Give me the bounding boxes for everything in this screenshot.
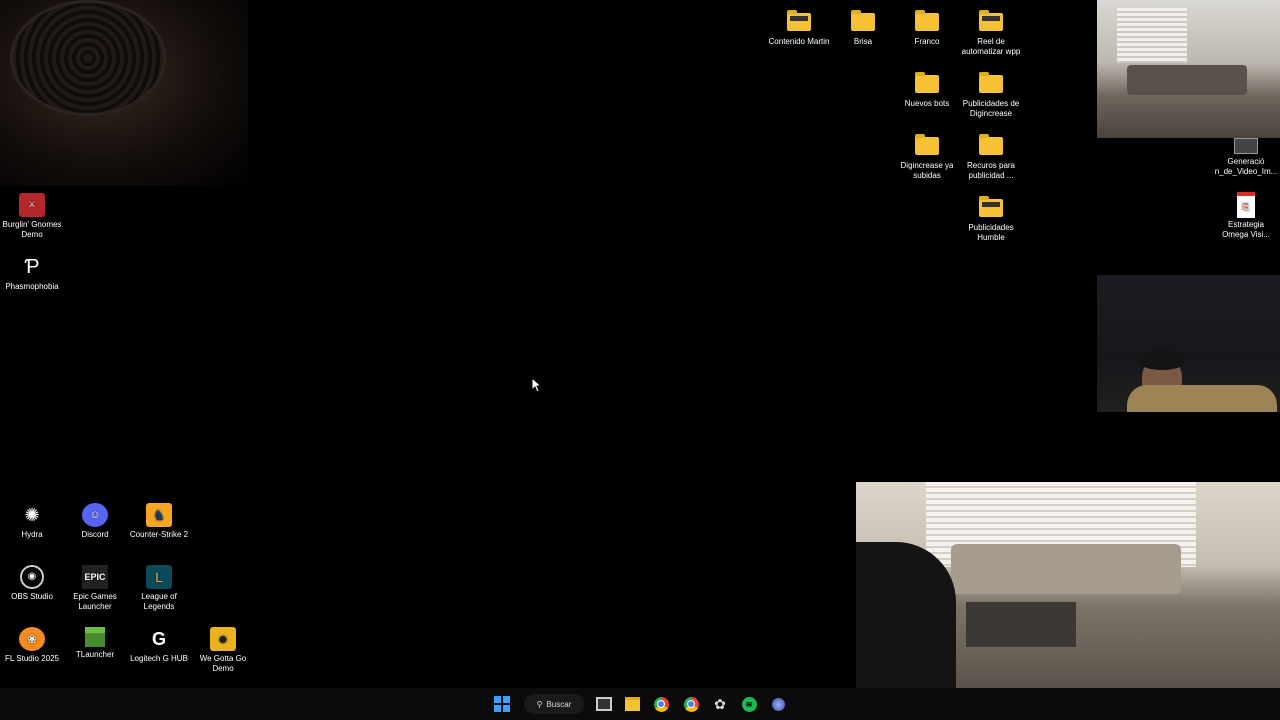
phasmophobia-icon: Ƥ [24, 256, 40, 278]
webcam-top-right [1097, 0, 1280, 138]
desktop-file-estrategia-omega[interactable]: ⎘ Estrategia Omega Visi... [1214, 192, 1278, 240]
webcam-person [1097, 275, 1280, 412]
gnome-game-icon: ⚔ [19, 193, 45, 217]
folder-icon [979, 196, 1003, 217]
epic-games-icon: EPIC [82, 565, 108, 589]
desktop-icon-discord[interactable]: ☺ Discord [63, 503, 127, 540]
tlauncher-icon [85, 627, 105, 647]
desktop-folder-nuevos-bots[interactable]: Nuevos bots [895, 72, 959, 109]
desktop-file-generacion-video[interactable]: Generació n_de_Video_Im... [1214, 138, 1278, 177]
search-icon: ⚲ [536, 699, 543, 709]
fl-studio-icon: ❀ [19, 627, 45, 651]
desktop-folder-digincrease-subidas[interactable]: Digincrease ya subidas [895, 134, 959, 181]
windows-start-icon[interactable] [492, 694, 512, 714]
desktop-icon-fl-studio[interactable]: ❀ FL Studio 2025 [0, 627, 64, 664]
desktop-folder-publicidades-digincrease[interactable]: Publicidades de Digincrease [959, 72, 1023, 119]
desktop-icon-hydra[interactable]: ✺ Hydra [0, 503, 64, 540]
desktop-icon-obs-studio[interactable]: ◉ OBS Studio [0, 565, 64, 602]
spotify-icon[interactable]: ≋ [739, 694, 759, 714]
hydra-icon: ✺ [24, 505, 40, 525]
desktop-icon-epic-games[interactable]: EPIC Epic Games Launcher [63, 565, 127, 612]
desktop-folder-publicidades-humble[interactable]: Publicidades Humble [959, 196, 1023, 243]
desktop-folder-recuros-publicidad[interactable]: Recuros para publicidad ... [959, 134, 1023, 181]
desktop-folder-reel-automatizar[interactable]: Reel de automatizar wpp [959, 10, 1023, 57]
task-view-icon[interactable] [594, 694, 614, 714]
folder-icon [979, 134, 1003, 155]
desktop-icon-tlauncher[interactable]: TLauncher [63, 627, 127, 660]
folder-icon [979, 72, 1003, 93]
chatgpt-icon[interactable]: ✿ [710, 694, 730, 714]
desktop-folder-franco[interactable]: Franco [895, 10, 959, 47]
fan-shape [10, 0, 166, 116]
we-gotta-go-icon: ☻ [210, 627, 236, 651]
folder-icon [915, 72, 939, 93]
folder-icon [851, 10, 875, 31]
league-icon: L [146, 565, 172, 589]
mouse-cursor [531, 376, 543, 397]
obs-icon: ◉ [20, 565, 44, 589]
app-icon[interactable] [768, 694, 788, 714]
file-explorer-icon[interactable] [622, 694, 642, 714]
discord-icon: ☺ [82, 503, 108, 527]
desktop-icon-we-gotta-go[interactable]: ☻ We Gotta Go Demo [191, 627, 255, 674]
desktop-icon-counter-strike-2[interactable]: ♞ Counter-Strike 2 [127, 503, 191, 540]
cs2-icon: ♞ [146, 503, 172, 527]
desktop-folder-contenido-martin[interactable]: Contenido Martin [767, 10, 831, 47]
folder-icon [915, 10, 939, 31]
webcam-living-room [856, 482, 1280, 688]
chrome-profile-icon[interactable] [681, 694, 701, 714]
video-file-icon [1233, 138, 1259, 154]
taskbar-search-button[interactable]: ⚲ Buscar [524, 694, 584, 714]
desktop-folder-brisa[interactable]: Brisa [831, 10, 895, 47]
folder-icon [979, 10, 1003, 31]
desktop-icon-league-of-legends[interactable]: L League of Legends [127, 565, 191, 612]
folder-icon [787, 10, 811, 31]
webcam-top-left [0, 0, 248, 186]
folder-icon [915, 134, 939, 155]
desktop-icon-logitech-g-hub[interactable]: G Logitech G HUB [127, 627, 191, 664]
desktop-icon-phasmophobia[interactable]: Ƥ Phasmophobia [0, 255, 64, 292]
pdf-icon: ⎘ [1233, 192, 1259, 218]
desktop-icon-burglin-gnomes[interactable]: ⚔ Burglin' Gnomes Demo [0, 193, 64, 240]
chrome-icon[interactable] [651, 694, 671, 714]
logitech-icon: G [151, 629, 166, 649]
